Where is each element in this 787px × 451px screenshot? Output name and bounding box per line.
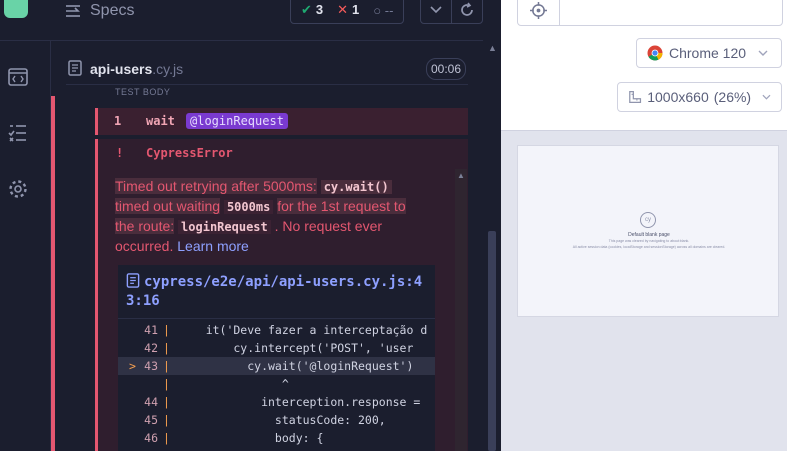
specs-list-icon [66,5,80,17]
error-scrollbar[interactable]: ▲ [455,169,467,451]
code-frame: cypress/e2e/api/api-users.cy.js:43:16 41… [118,265,435,451]
list-checks-icon[interactable] [7,122,29,144]
error-bang-icon: ! [116,146,124,160]
url-bar[interactable] [517,0,783,26]
code-line-number: 45 [144,413,158,427]
code-line-number: 46 [144,431,158,445]
gear-icon[interactable] [7,178,29,200]
preview-title: Default blank page [628,232,670,238]
code-gutter-bar: | [163,377,170,391]
code-line: | ^ [118,375,435,393]
learn-more-link[interactable]: Learn more [177,238,249,254]
code-line-number: 42 [144,341,158,355]
code-line-text: it('Deve fazer a interceptação d [178,323,428,337]
scroll-up-icon[interactable]: ▲ [488,43,497,53]
error-header: ! CypressError [98,139,468,167]
refresh-button[interactable] [451,0,483,24]
file-icon [126,273,140,288]
code-line-text: statusCode: 200, [178,413,386,427]
passed-count: ✔ 3 [301,2,324,17]
code-window-icon[interactable] [7,66,29,88]
viewport-zoom: (26%) [713,89,752,105]
chevron-down-icon [762,94,771,100]
aut-panel: Chrome 120 1000x660 (26%) cy Default bla… [501,0,787,451]
code-frame-file-link[interactable]: cypress/e2e/api/api-users.cy.js:43:16 [126,273,434,311]
chevron-down-icon [430,6,442,14]
code-line: 46 | body: { [118,429,435,447]
code-line-text: body: { [178,431,324,445]
code-line-text: cy.intercept('POST', 'user [178,341,414,355]
error-message: Timed out retrying after 5000ms: cy.wait… [115,178,406,254]
command-alias-badge: @loginRequest [186,113,288,129]
code-line: >43 | cy.wait('@loginRequest') [118,357,435,375]
code-line: 45 | statusCode: 200, [118,411,435,429]
code-line: 44 | interception.response = [118,393,435,411]
code-line: 41 | it('Deve fazer a interceptação d [118,321,435,339]
run-stats: ✔ 3 ✕ 1 ○ -- [290,0,405,24]
code-gutter-bar: | [163,323,170,337]
code-line-number: 43 [144,359,158,373]
spec-duration: 00:06 [426,58,466,80]
file-icon [68,60,82,76]
code-line-marker: > [129,359,136,373]
selector-playground-button[interactable] [518,0,560,25]
reporter-scrollbar[interactable]: ▲ [485,43,499,451]
specs-header: Specs ✔ 3 ✕ 1 ○ -- [50,0,483,41]
code-gutter-bar: | [163,431,170,445]
code-gutter-bar: | [163,395,170,409]
code-line-text: ^ [178,377,289,391]
code-line-number: 41 [144,323,158,337]
code-frame-separator [118,318,435,319]
chevron-down-button[interactable] [420,0,452,24]
refresh-icon [461,2,473,16]
specs-title: Specs [90,2,135,19]
ruler-icon [629,91,642,103]
cypress-logo-icon[interactable] [4,0,28,18]
code-gutter-bar: | [163,341,170,355]
code-line-number: 44 [144,395,158,409]
error-title: CypressError [146,146,233,160]
spec-filename: api-users.cy.js [90,61,184,77]
code-lines: 41 | it('Deve fazer a interceptação d 42 | … [118,321,435,447]
browser-selector[interactable]: Chrome 120 [636,38,782,68]
aut-toolbar: Chrome 120 1000x660 (26%) [501,0,787,131]
chrome-icon [647,45,663,61]
crosshair-icon [530,2,547,19]
preview-line-2: All active session data (cookies, localS… [572,245,726,249]
spec-file-row[interactable]: api-users.cy.js 00:06 [66,54,468,85]
error-panel: ! CypressError Timed out retrying after … [95,139,468,451]
scrollbar-thumb[interactable] [488,231,496,451]
pending-count: ○ -- [373,2,394,18]
specs-toggle[interactable]: Specs [66,0,134,22]
preview-line-1: This page was cleared by navigating to a… [608,239,690,243]
code-line-text: interception.response = [178,395,421,409]
cypress-cy-icon: cy [640,212,656,228]
left-nav [0,0,51,451]
viewport-selector[interactable]: 1000x660 (26%) [617,82,782,112]
code-gutter-bar: | [163,359,170,373]
scroll-up-icon[interactable]: ▲ [457,171,465,180]
viewport-size: 1000x660 [647,89,709,105]
failed-test-indicator [51,96,55,451]
test-body-label: TEST BODY [115,87,171,97]
code-frame-file: cypress/e2e/api/api-users.cy.js:43:16 [126,274,423,309]
command-row[interactable]: 1 wait @loginRequest [95,108,468,135]
chevron-down-icon [758,50,768,56]
browser-name: Chrome 120 [669,45,747,61]
code-gutter-bar: | [163,413,170,427]
failed-count: ✕ 1 [337,2,360,17]
pending-icon: ○ [373,2,382,18]
code-line: 42 | cy.intercept('POST', 'user [118,339,435,357]
command-name: wait [146,114,175,128]
nav-separator [0,40,50,41]
aut-preview[interactable]: cy Default blank page This page was clea… [517,145,779,317]
command-number: 1 [114,114,122,128]
code-line-text: cy.wait('@loginRequest') [178,359,414,373]
